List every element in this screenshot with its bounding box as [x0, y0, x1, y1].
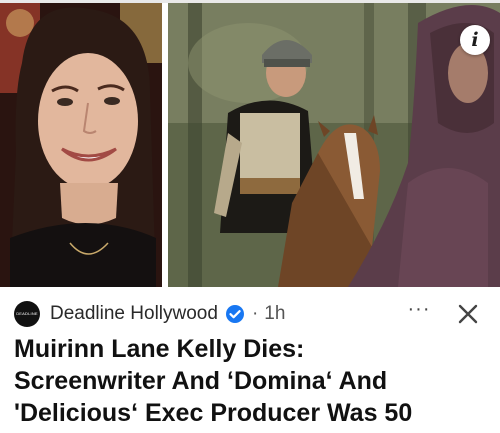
headline-line-3: 'Delicious‘ Exec Producer Was 50 — [14, 399, 413, 427]
verified-badge-icon — [225, 305, 244, 323]
source-name[interactable]: Deadline Hollywood — [50, 303, 218, 325]
more-options-button[interactable]: ··· — [404, 299, 434, 326]
scene-photo: i — [168, 3, 500, 287]
timestamp: 1h — [264, 303, 286, 324]
article-headline[interactable]: Muirinn Lane Kelly Dies: Screenwriter An… — [14, 333, 494, 429]
portrait-photo — [0, 3, 162, 287]
source-avatar[interactable]: DEADLINE — [14, 301, 40, 327]
info-icon[interactable]: i — [460, 25, 490, 55]
article-image[interactable]: i — [0, 3, 500, 287]
headline-line-2: Screenwriter And ‘Domina‘ And — [14, 367, 388, 395]
close-icon[interactable] — [454, 300, 482, 328]
article-meta: DEADLINE Deadline Hollywood · 1h ··· — [14, 296, 486, 332]
meta-separator: · — [251, 303, 259, 324]
headline-line-1: Muirinn Lane Kelly Dies: — [14, 335, 305, 363]
